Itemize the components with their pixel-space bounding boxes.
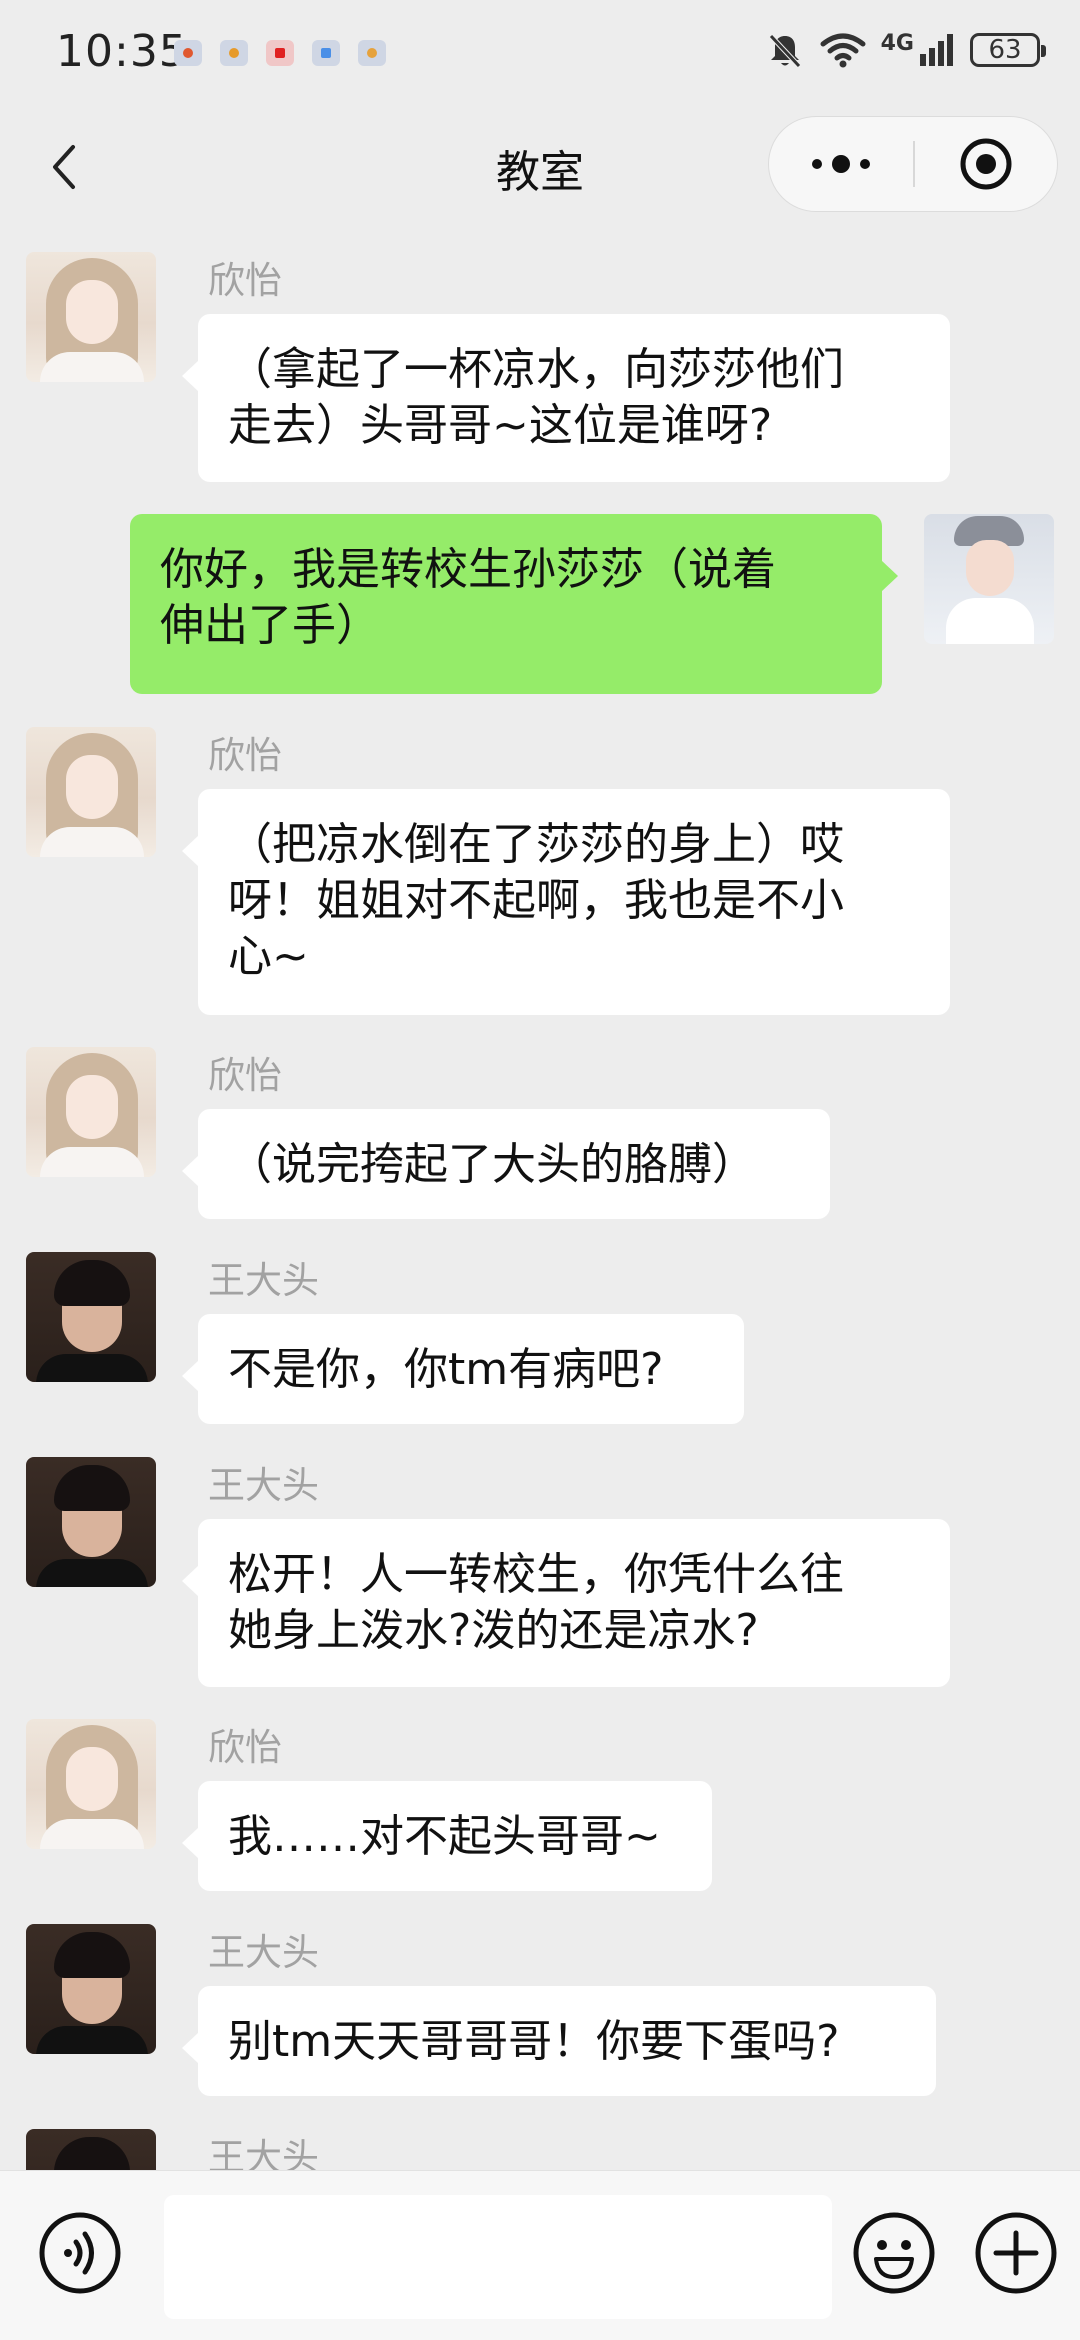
more-button[interactable] <box>769 117 913 211</box>
avatar[interactable] <box>26 1719 156 1849</box>
more-dots-icon <box>812 155 870 173</box>
avatar[interactable] <box>26 1457 156 1587</box>
app-notification-icon <box>220 40 248 66</box>
message-text-line: 她身上泼水?泼的还是凉水? <box>228 1605 759 1656</box>
sender-name: 欣怡 <box>208 734 282 777</box>
status-time: 10:35 <box>56 26 188 77</box>
message-text-line: 你好，我是转校生孙莎莎（说着 <box>160 544 776 595</box>
input-bar <box>0 2170 1080 2340</box>
sender-name: 王大头 <box>208 2136 319 2170</box>
message-text-line: 走去）头哥哥~这位是谁呀? <box>228 400 773 451</box>
message-bubble[interactable]: （把凉水倒在了莎莎的身上）哎 呀！姐姐对不起啊，我也是不小 心~ <box>182 789 950 1015</box>
status-bar: 10:35 4G 63 <box>0 0 1080 110</box>
message-item: 王大头 不是你，你tm有病吧? <box>0 1220 1080 1425</box>
message-text-line: 呀！姐姐对不起啊，我也是不小 <box>228 875 844 926</box>
emoji-button[interactable] <box>852 2211 936 2295</box>
app-notification-icon <box>358 40 386 66</box>
sender-name: 王大头 <box>208 1931 319 1974</box>
plus-icon <box>975 2212 1057 2294</box>
message-text-line: 松开！人一转校生，你凭什么往 <box>228 1549 844 1600</box>
mini-program-capsule <box>768 116 1058 212</box>
message-text-line: 不是你，你tm有病吧? <box>228 1344 664 1395</box>
message-bubble[interactable]: （说完挎起了大头的胳膊） <box>182 1109 830 1219</box>
message-item: 欣怡 （拿起了一杯凉水，向莎莎他们 走去）头哥哥~这位是谁呀? <box>0 220 1080 482</box>
message-item: 欣怡 （说完挎起了大头的胳膊） <box>0 1015 1080 1220</box>
wifi-icon <box>820 33 866 68</box>
app-notification-icon <box>266 40 294 66</box>
message-input[interactable] <box>164 2195 832 2319</box>
message-item: 王大头 松开！人一转校生，你凭什么往 她身上泼水?泼的还是凉水? <box>0 1425 1080 1687</box>
signal-icon <box>920 34 953 66</box>
message-bubble[interactable]: （拿起了一杯凉水，向莎莎他们 走去）头哥哥~这位是谁呀? <box>182 314 950 482</box>
message-text-line: 别tm天天哥哥哥！你要下蛋吗? <box>228 2016 840 2067</box>
avatar[interactable] <box>924 514 1054 644</box>
message-item: 王大头 别tm天天哥哥哥！你要下蛋吗? <box>0 1892 1080 2097</box>
message-text-line: 伸出了手） <box>160 600 380 651</box>
battery-indicator: 63 <box>970 33 1046 67</box>
notification-icons <box>174 40 386 66</box>
message-text-line: 我……对不起头哥哥~ <box>228 1811 661 1862</box>
message-item: 你好，我是转校生孙莎莎（说着 伸出了手） <box>0 482 1080 704</box>
message-text-line: 心~ <box>228 931 309 982</box>
message-bubble[interactable]: 别tm天天哥哥哥！你要下蛋吗? <box>182 1986 936 2096</box>
mute-bell-icon <box>768 34 801 68</box>
message-text-line: （把凉水倒在了莎莎的身上）哎 <box>228 819 844 870</box>
network-type: 4G <box>880 30 914 56</box>
system-icons: 4G 63 <box>765 30 1046 70</box>
message-bubble[interactable]: 我……对不起头哥哥~ <box>182 1781 712 1891</box>
message-bubble[interactable]: 松开！人一转校生，你凭什么往 她身上泼水?泼的还是凉水? <box>182 1519 950 1687</box>
plus-button[interactable] <box>974 2211 1058 2295</box>
message-text-line: （说完挎起了大头的胳膊） <box>228 1139 756 1190</box>
sender-name: 欣怡 <box>208 1054 282 1097</box>
voice-button[interactable] <box>38 2211 122 2295</box>
message-item: 欣怡 我……对不起头哥哥~ <box>0 1687 1080 1892</box>
chat-screen: 10:35 4G 63 教室 欣怡 （拿起了一杯凉水，向莎莎他们 走去）头哥哥~… <box>0 0 1080 2340</box>
message-item: 欣怡 （把凉水倒在了莎莎的身上）哎 呀！姐姐对不起啊，我也是不小 心~ <box>0 695 1080 1015</box>
target-close-icon <box>960 138 1012 190</box>
app-notification-icon <box>174 40 202 66</box>
avatar[interactable] <box>26 252 156 382</box>
sender-name: 欣怡 <box>208 259 282 302</box>
avatar[interactable] <box>26 727 156 857</box>
message-list[interactable]: 欣怡 （拿起了一杯凉水，向莎莎他们 走去）头哥哥~这位是谁呀? 你好，我是转校生… <box>0 220 1080 2170</box>
message-text-line: （拿起了一杯凉水，向莎莎他们 <box>228 344 844 395</box>
emoji-icon <box>853 2212 935 2294</box>
message-item: 王大头 <box>0 2097 1080 2170</box>
avatar[interactable] <box>26 1047 156 1177</box>
message-bubble[interactable]: 不是你，你tm有病吧? <box>182 1314 744 1424</box>
sender-name: 欣怡 <box>208 1726 282 1769</box>
avatar[interactable] <box>26 2129 156 2170</box>
avatar[interactable] <box>26 1252 156 1382</box>
chat-header: 教室 <box>0 110 1080 220</box>
app-notification-icon <box>312 40 340 66</box>
avatar[interactable] <box>26 1924 156 2054</box>
sender-name: 王大头 <box>208 1464 319 1507</box>
sender-name: 王大头 <box>208 1259 319 1302</box>
message-bubble[interactable]: 你好，我是转校生孙莎莎（说着 伸出了手） <box>130 514 898 694</box>
close-button[interactable] <box>915 117 1057 211</box>
voice-icon <box>39 2212 121 2294</box>
